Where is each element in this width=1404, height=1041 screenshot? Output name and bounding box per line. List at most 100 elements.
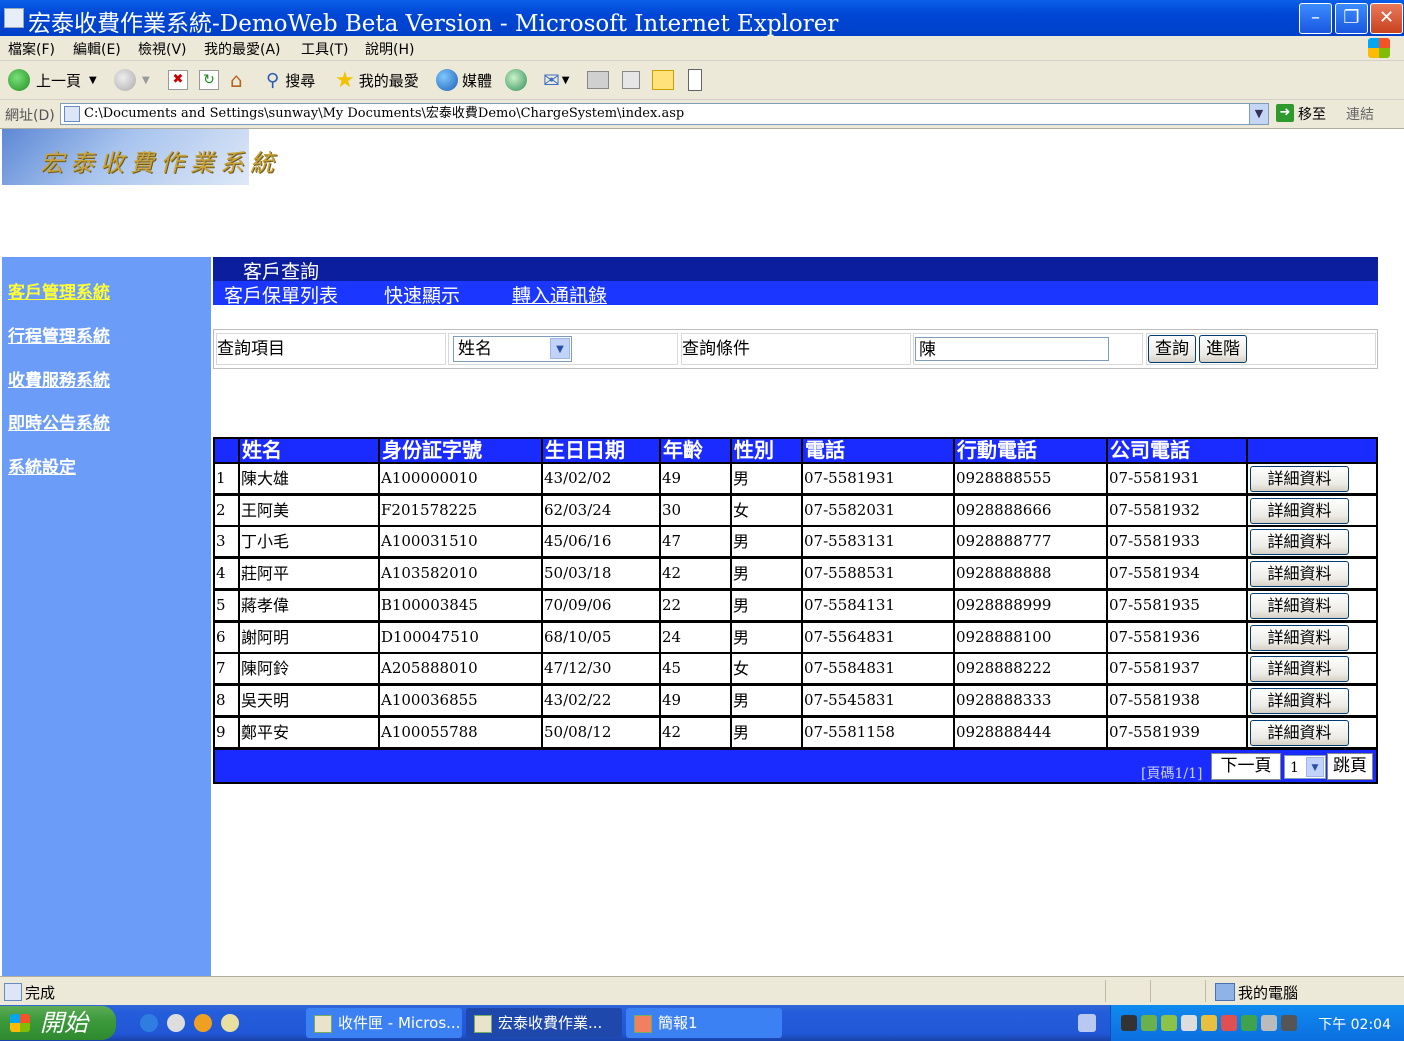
sidebar-item-billing[interactable]: 收費服務系統: [8, 366, 110, 391]
search-label: 搜尋: [285, 71, 316, 90]
menu-file[interactable]: 檔案(F): [8, 39, 55, 59]
cell-age: 22: [661, 590, 730, 620]
jump-page-button[interactable]: 跳頁: [1327, 753, 1373, 780]
mail-icon: ✉: [543, 68, 560, 92]
print-button[interactable]: [587, 68, 609, 92]
language-bar-icon[interactable]: [1078, 1014, 1096, 1032]
menu-help[interactable]: 說明(H): [365, 39, 414, 59]
menu-edit[interactable]: 編輯(E): [73, 39, 121, 59]
start-button[interactable]: 開始: [0, 1006, 116, 1040]
query-condition-input[interactable]: 陳: [915, 337, 1109, 361]
maximize-button[interactable]: ❐: [1335, 3, 1368, 34]
column-header-birth-date: 生日日期: [543, 439, 659, 462]
tray-volume-icon[interactable]: [1161, 1015, 1177, 1031]
detail-button[interactable]: 詳細資料: [1250, 624, 1349, 651]
menu-view[interactable]: 檢視(V): [138, 39, 187, 59]
history-button[interactable]: [505, 68, 527, 92]
cell-age: 49: [661, 464, 730, 493]
cell-mobile: 0928888999: [955, 590, 1106, 620]
menu-bar: 檔案(F) 編輯(E) 檢視(V) 我的最愛(A) 工具(T) 說明(H): [0, 36, 1404, 61]
detail-button[interactable]: 詳細資料: [1250, 529, 1349, 556]
detail-button[interactable]: 詳細資料: [1250, 687, 1349, 714]
page-content: 宏泰收費作業系統 客戶管理系統 行程管理系統 收費服務系統 即時公告系統 系統設…: [0, 129, 1404, 976]
menu-tools[interactable]: 工具(T): [301, 39, 348, 59]
taskbar: 開始 收件匣 - Micros... 宏泰收費作業... 簡報1 下午 02:0…: [0, 1005, 1404, 1041]
cell-mobile: 0928888100: [955, 622, 1106, 652]
detail-button[interactable]: 詳細資料: [1250, 466, 1349, 492]
sidebar-item-customer[interactable]: 客戶管理系統: [8, 278, 110, 303]
detail-button[interactable]: 詳細資料: [1250, 592, 1349, 619]
search-button[interactable]: 查詢: [1148, 335, 1196, 363]
menu-favorites[interactable]: 我的最愛(A): [204, 39, 281, 59]
cell-row-number: 6: [215, 622, 238, 652]
cell-age: 24: [661, 622, 730, 652]
go-button[interactable]: 移至: [1298, 104, 1326, 124]
page-select[interactable]: 1 ▼: [1284, 755, 1326, 779]
forward-button[interactable]: ▼: [114, 68, 150, 92]
ie-quicklaunch-icon[interactable]: [140, 1014, 158, 1032]
cell-id-number: A205888010: [380, 654, 541, 684]
cell-age: 45: [661, 654, 730, 684]
discuss-button[interactable]: [652, 68, 674, 92]
next-page-button[interactable]: 下一頁: [1211, 753, 1281, 780]
back-arrow-icon: [8, 69, 30, 91]
cell-birth-date: 43/02/22: [543, 685, 659, 715]
chevron-down-icon: ▼: [142, 74, 150, 86]
tray-camera-icon[interactable]: [1281, 1015, 1297, 1031]
tray-tool-icon[interactable]: [1181, 1015, 1197, 1031]
section-title: 客戶查詢: [243, 261, 320, 283]
tray-security-icon[interactable]: [1221, 1015, 1237, 1031]
tray-printer-icon[interactable]: [1121, 1015, 1137, 1031]
window-title-bar[interactable]: 宏泰收費作業系統-DemoWeb Beta Version - Microsof…: [0, 0, 1404, 37]
status-divider: [1105, 980, 1106, 1002]
tray-usb-icon[interactable]: [1261, 1015, 1277, 1031]
stop-button[interactable]: ✖: [168, 68, 188, 92]
messenger-button[interactable]: [688, 68, 702, 92]
detail-button[interactable]: 詳細資料: [1250, 719, 1349, 746]
section-tabs: 客戶保單列表 快速顯示 轉入通訊錄: [213, 281, 1378, 308]
search-button[interactable]: ⚲ 搜尋: [266, 68, 315, 92]
cell-gender: 男: [732, 685, 801, 715]
cell-name: 鄭平安: [240, 717, 378, 747]
sidebar-item-settings[interactable]: 系統設定: [8, 453, 76, 478]
refresh-button[interactable]: ↻: [199, 68, 219, 92]
query-item-select[interactable]: 姓名 ▼: [453, 336, 572, 362]
minimize-icon: –: [1311, 7, 1320, 28]
mail-button[interactable]: ✉ ▼: [543, 68, 569, 92]
section-header: 客戶查詢: [213, 257, 1378, 283]
minimize-button[interactable]: –: [1299, 3, 1332, 34]
tray-update-icon[interactable]: [1241, 1015, 1257, 1031]
cell-phone: 07-5545831: [803, 685, 953, 715]
edit-button[interactable]: [622, 68, 640, 92]
home-button[interactable]: ⌂: [230, 68, 243, 92]
tab-import-contacts[interactable]: 轉入通訊錄: [512, 281, 607, 308]
close-button[interactable]: ✕: [1370, 3, 1403, 34]
back-button[interactable]: 上一頁 ▼: [8, 68, 97, 92]
tab-policy-list[interactable]: 客戶保單列表: [224, 281, 338, 308]
detail-button[interactable]: 詳細資料: [1250, 497, 1349, 524]
chevron-down-icon[interactable]: ▼: [1249, 104, 1268, 124]
desktop-quicklaunch-icon[interactable]: [167, 1014, 185, 1032]
favorites-button[interactable]: ★ 我的最愛: [335, 68, 419, 93]
links-label[interactable]: 連結: [1346, 104, 1374, 124]
cell-company-phone: 07-5581936: [1108, 622, 1246, 652]
detail-button[interactable]: 詳細資料: [1250, 561, 1349, 588]
tab-quick-display[interactable]: 快速顯示: [384, 281, 460, 308]
sidebar-item-announcement[interactable]: 即時公告系統: [8, 409, 110, 434]
column-header-age: 年齡: [661, 439, 730, 462]
task-ie-active[interactable]: 宏泰收費作業...: [466, 1008, 622, 1038]
media-player-quicklaunch-icon[interactable]: [194, 1014, 212, 1032]
column-header-id-number: 身份証字號: [380, 439, 541, 462]
go-arrow-icon[interactable]: ➜: [1276, 104, 1294, 122]
address-input[interactable]: C:\Documents and Settings\sunway\My Docu…: [60, 103, 1269, 125]
task-powerpoint[interactable]: 簡報1: [626, 1008, 782, 1038]
tray-folder-icon[interactable]: [1201, 1015, 1217, 1031]
tray-network-icon[interactable]: [1141, 1015, 1157, 1031]
cell-name: 謝阿明: [240, 622, 378, 652]
media-button[interactable]: 媒體: [436, 68, 492, 92]
sidebar-item-schedule[interactable]: 行程管理系統: [8, 322, 110, 347]
detail-button[interactable]: 詳細資料: [1250, 656, 1349, 683]
outlook-quicklaunch-icon[interactable]: [221, 1014, 239, 1032]
advanced-search-button[interactable]: 進階: [1199, 335, 1247, 363]
task-outlook[interactable]: 收件匣 - Micros...: [306, 1008, 462, 1038]
